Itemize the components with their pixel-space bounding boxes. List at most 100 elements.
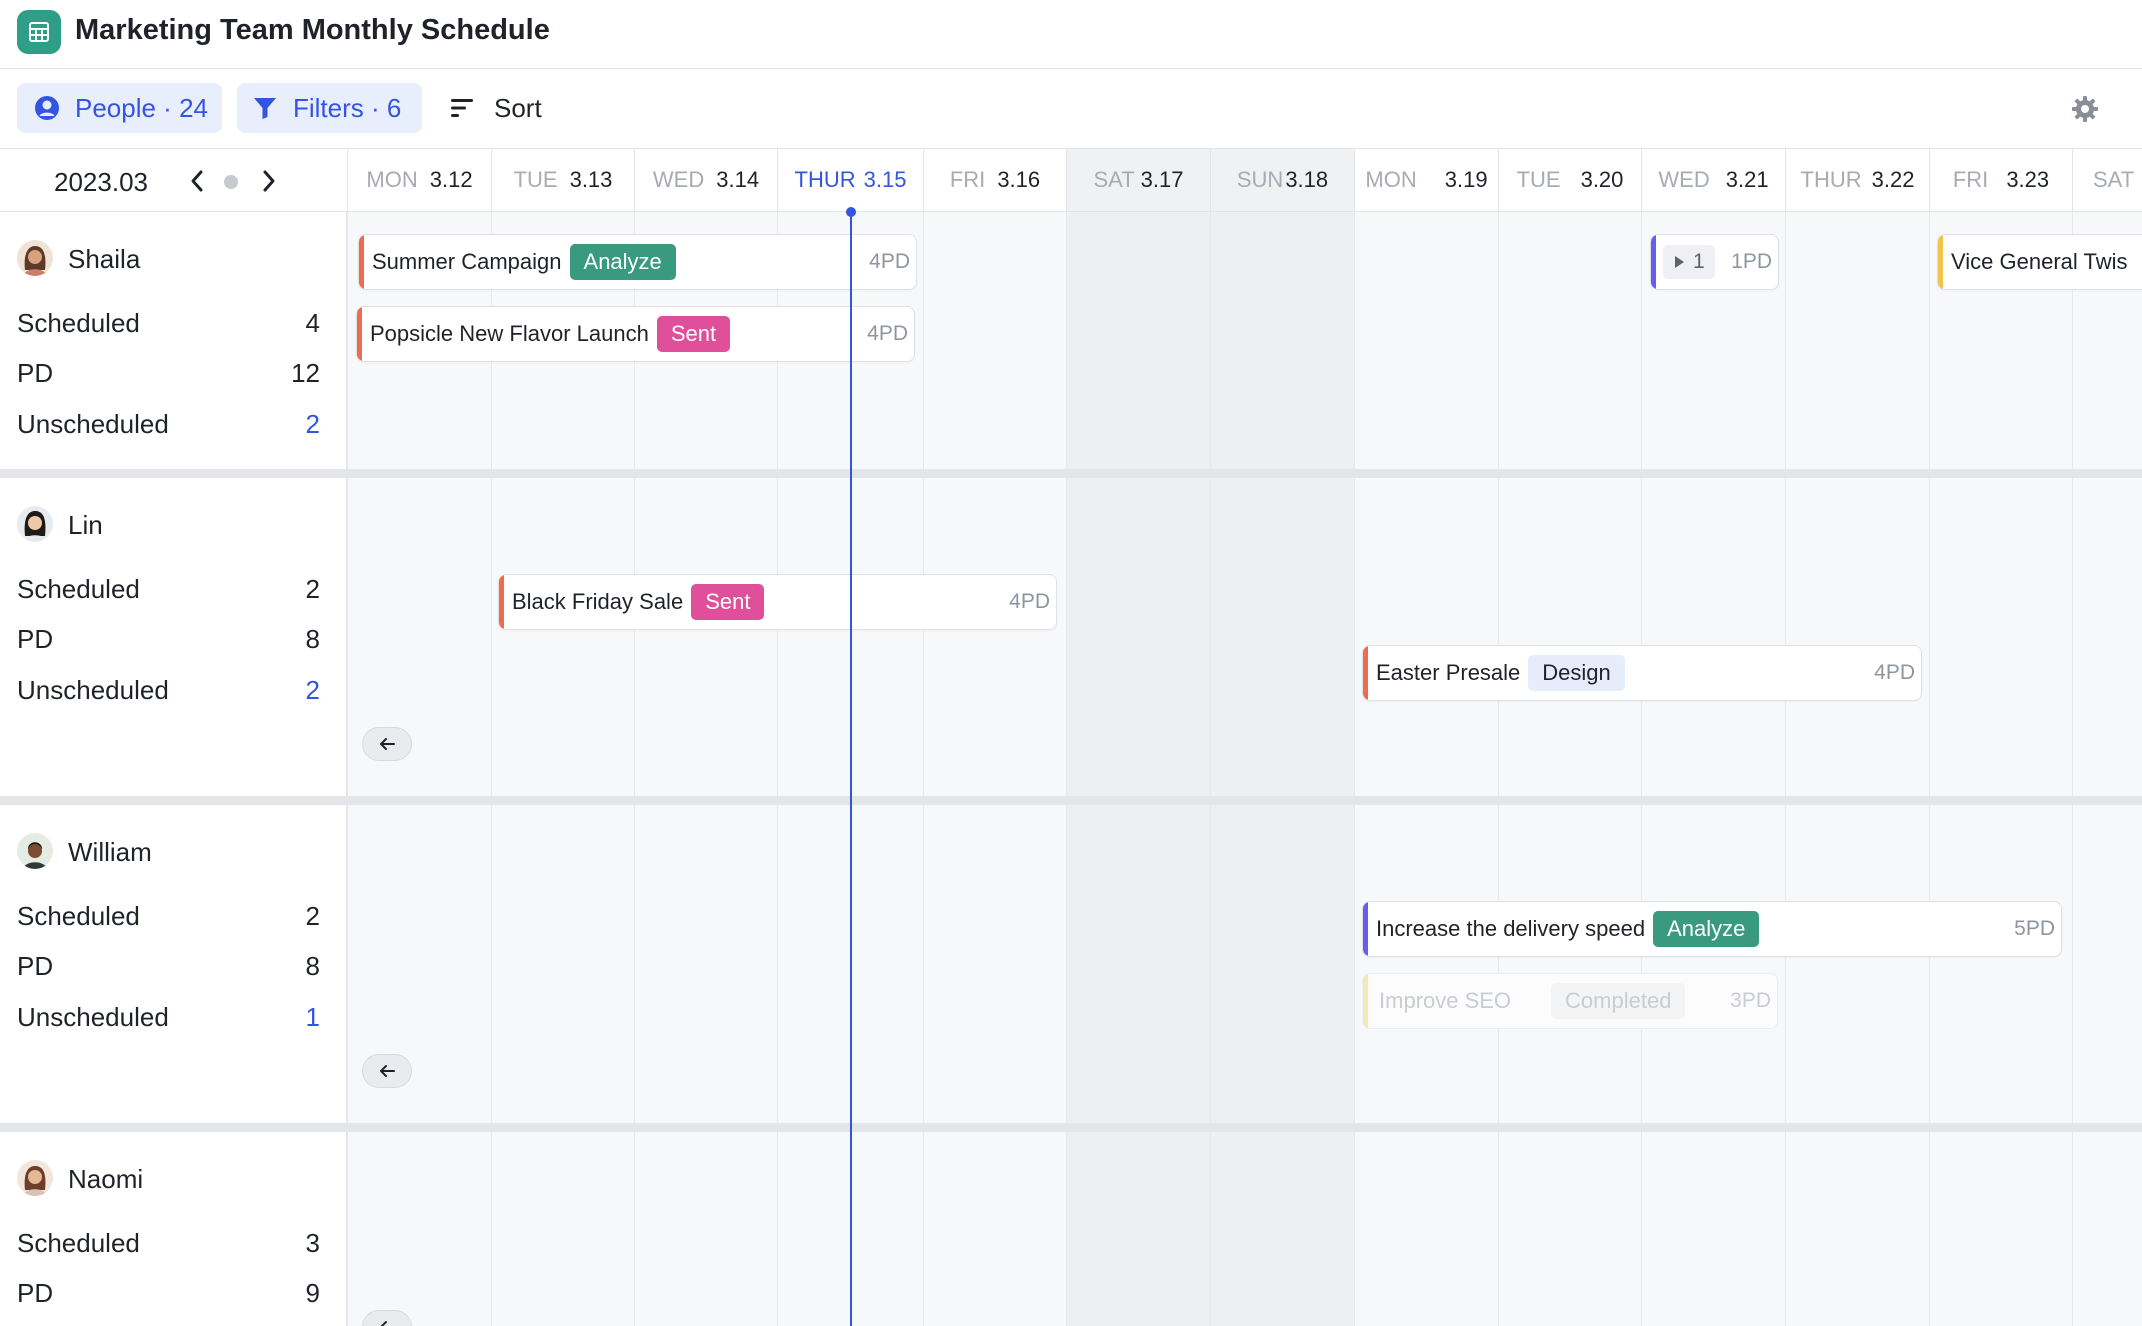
- stat-value: 8: [305, 951, 320, 981]
- task-name: Black Friday Sale: [512, 589, 684, 614]
- task-card[interactable]: Increase the delivery speed Analyze 5PD: [1362, 901, 2062, 957]
- task-card[interactable]: 1 1PD: [1650, 234, 1779, 290]
- sort-button[interactable]: Sort: [450, 83, 542, 133]
- task-stripe: [1363, 902, 1368, 956]
- task-pd: 3PD: [1730, 989, 1771, 1012]
- task-name: Popsicle New Flavor Launch: [370, 321, 649, 346]
- task-stripe: [1363, 646, 1368, 700]
- day-header-today: THUR 3.15: [777, 149, 923, 211]
- stat-label: PD: [17, 951, 54, 981]
- day-header: SAT: [2072, 149, 2142, 211]
- stat-label: Scheduled: [17, 574, 140, 604]
- task-card[interactable]: Black Friday Sale Sent 4PD: [498, 574, 1057, 630]
- task-stripe: [359, 235, 364, 289]
- status-badge: Analyze: [1653, 911, 1760, 947]
- stat-label: Unscheduled: [17, 675, 169, 705]
- person-name[interactable]: William: [68, 837, 152, 868]
- day-header: SUN 3.18: [1210, 149, 1354, 211]
- task-card[interactable]: Summer Campaign Analyze 4PD: [358, 234, 917, 290]
- day-header: MON 3.12: [347, 149, 491, 211]
- status-badge: Sent: [691, 584, 765, 620]
- day-header: SAT 3.17: [1066, 149, 1210, 211]
- user-circle-icon: [35, 96, 59, 120]
- day-header: THUR 3.22: [1785, 149, 1929, 211]
- stat-value: 4: [305, 308, 320, 338]
- day-column[interactable]: [491, 212, 634, 1326]
- status-badge: Completed: [1551, 983, 1686, 1019]
- task-card[interactable]: Easter Presale Design 4PD: [1362, 645, 1922, 701]
- scroll-back-button[interactable]: [362, 727, 412, 761]
- arrow-left-icon: [380, 1321, 394, 1326]
- stat-value: 3: [305, 1228, 320, 1258]
- unscheduled-link[interactable]: 2: [306, 409, 320, 440]
- subtask-count[interactable]: 1: [1663, 245, 1715, 279]
- status-badge: Sent: [656, 316, 731, 352]
- day-column[interactable]: [1498, 212, 1641, 1326]
- stat-label: PD: [17, 1278, 54, 1308]
- task-card[interactable]: Popsicle New Flavor Launch Sent 4PD: [356, 306, 915, 362]
- task-pd: 4PD: [869, 250, 910, 273]
- unscheduled-link[interactable]: 2: [306, 675, 320, 706]
- people-filter-button[interactable]: People · 24: [17, 83, 222, 133]
- filters-button[interactable]: Filters · 6: [237, 83, 422, 133]
- day-column-weekend[interactable]: [1066, 212, 1210, 1326]
- row-divider: [0, 1123, 2142, 1132]
- day-column[interactable]: [923, 212, 1066, 1326]
- task-card[interactable]: Vice General Twis: [1937, 234, 2142, 290]
- day-header: TUE 3.13: [491, 149, 634, 211]
- unscheduled-link[interactable]: 1: [306, 1002, 320, 1033]
- task-name: Increase the delivery speed: [1376, 916, 1646, 941]
- day-column[interactable]: [1929, 212, 2072, 1326]
- arrow-left-icon: [380, 1065, 395, 1077]
- people-filter-label: People · 24: [75, 92, 208, 123]
- stat-value: 2: [305, 574, 320, 604]
- day-header: MON 3.19: [1354, 149, 1498, 211]
- day-column[interactable]: [634, 212, 777, 1326]
- gear-icon[interactable]: [2070, 94, 2100, 124]
- funnel-icon: [254, 98, 276, 119]
- task-pd: 1PD: [1731, 250, 1772, 273]
- stat-label: Scheduled: [17, 308, 140, 338]
- stat-label: Unscheduled: [17, 1002, 169, 1032]
- day-header: FRI 3.16: [923, 149, 1066, 211]
- task-pd: 4PD: [1874, 661, 1915, 684]
- play-icon: [1675, 256, 1684, 268]
- task-card-completed[interactable]: Improve SEO Completed 3PD: [1362, 973, 1778, 1029]
- sort-label: Sort: [494, 92, 542, 123]
- scroll-back-button[interactable]: [362, 1054, 412, 1088]
- day-column[interactable]: [347, 212, 491, 1326]
- day-column[interactable]: [2072, 212, 2142, 1326]
- day-header: TUE 3.20: [1498, 149, 1641, 211]
- sort-lines-icon: [451, 99, 473, 117]
- chevron-right-icon[interactable]: [256, 166, 282, 196]
- day-column-weekend[interactable]: [1210, 212, 1354, 1326]
- task-name: Summer Campaign: [372, 249, 562, 274]
- schedule-grid: Shaila Scheduled 4 PD 12 Unscheduled 2 L…: [0, 212, 2142, 1326]
- calendar-header: 2023.03 MON 3.12 TUE 3.13 WED 3.14 THUR 3.15…: [0, 149, 2142, 212]
- task-stripe: [499, 575, 504, 629]
- avatar[interactable]: [17, 506, 53, 542]
- stat-label: Unscheduled: [17, 409, 169, 439]
- stat-value: 12: [291, 358, 320, 388]
- page-title: Marketing Team Monthly Schedule: [75, 14, 550, 46]
- person-name[interactable]: Lin: [68, 510, 103, 541]
- stat-value: 8: [305, 624, 320, 654]
- day-column[interactable]: [1354, 212, 1498, 1326]
- avatar[interactable]: [17, 1160, 53, 1196]
- task-name: Easter Presale: [1376, 660, 1521, 685]
- scroll-back-button[interactable]: [362, 1310, 412, 1326]
- person-name[interactable]: Naomi: [68, 1164, 143, 1195]
- day-header: WED 3.21: [1641, 149, 1785, 211]
- person-name[interactable]: Shaila: [68, 244, 140, 275]
- filters-label: Filters · 6: [293, 92, 402, 123]
- avatar[interactable]: [17, 833, 53, 869]
- stat-label: Scheduled: [17, 1228, 140, 1258]
- today-dot-button[interactable]: [224, 175, 238, 189]
- day-column[interactable]: [1785, 212, 1929, 1326]
- avatar[interactable]: [17, 240, 53, 276]
- task-pd: 4PD: [867, 322, 908, 345]
- chevron-left-icon[interactable]: [184, 166, 210, 196]
- current-time-line: [850, 209, 852, 1326]
- task-stripe: [1651, 235, 1656, 289]
- day-column[interactable]: [1641, 212, 1785, 1326]
